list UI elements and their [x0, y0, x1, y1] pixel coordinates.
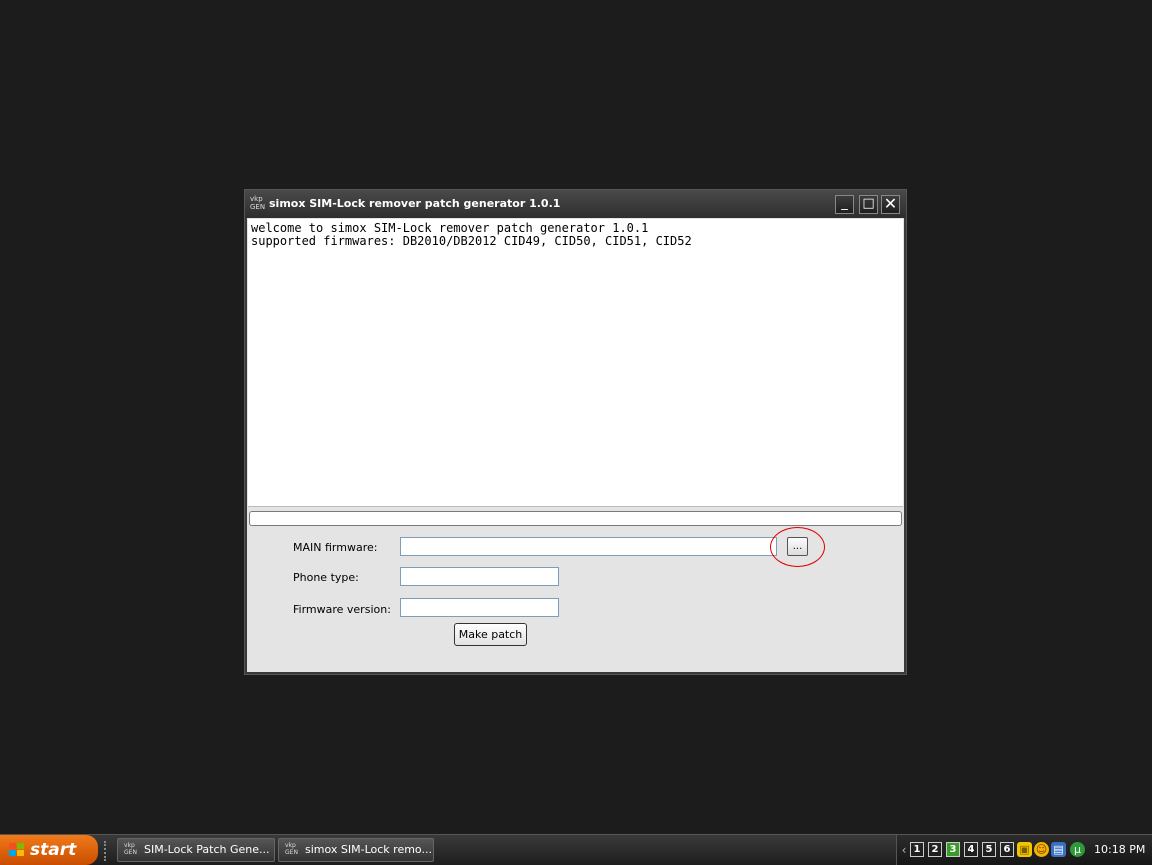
vkp-gen-app-icon: vkp GEN: [250, 195, 266, 211]
annotation-circle: [770, 527, 825, 567]
taskbar-item-label: SIM-Lock Patch Gene...: [144, 843, 270, 856]
desktop-5-button[interactable]: 5: [982, 842, 996, 857]
close-button[interactable]: ✕: [881, 195, 900, 214]
start-label: start: [30, 840, 77, 860]
phone-type-input[interactable]: [400, 567, 559, 586]
title-bar[interactable]: vkp GEN simox SIM-Lock remover patch gen…: [245, 190, 906, 218]
vkp-gen-app-icon: vkp GEN: [285, 842, 298, 856]
firmware-version-label: Firmware version:: [293, 603, 391, 616]
utorrent-icon[interactable]: µ: [1070, 842, 1085, 857]
phone-type-label: Phone type:: [293, 571, 359, 584]
package-icon[interactable]: ▣: [1017, 842, 1032, 857]
app-window: vkp GEN simox SIM-Lock remover patch gen…: [244, 189, 907, 675]
desktop-3-button[interactable]: 3: [946, 842, 960, 857]
window-title: simox SIM-Lock remover patch generator 1…: [269, 197, 561, 210]
network-icon[interactable]: ▤: [1051, 842, 1066, 857]
desktop-4-button[interactable]: 4: [964, 842, 978, 857]
windows-logo-icon: [9, 843, 25, 857]
start-button[interactable]: start: [0, 835, 98, 865]
system-tray: ‹ 1 2 3 4 5 6 ▣ ☺ ▤ µ 10:18 PM: [896, 835, 1152, 865]
taskbar-item-patch-generator[interactable]: vkp GEN SIM-Lock Patch Gene...: [117, 838, 275, 862]
maximize-button[interactable]: □: [859, 195, 878, 214]
taskbar-grip[interactable]: [104, 841, 112, 861]
client-area: welcome to simox SIM-Lock remover patch …: [247, 218, 904, 672]
main-firmware-input[interactable]: [400, 537, 777, 556]
make-patch-button[interactable]: Make patch: [454, 623, 527, 646]
tray-expand-icon[interactable]: ‹: [897, 843, 911, 857]
vkp-gen-app-icon: vkp GEN: [124, 842, 137, 856]
minimize-button[interactable]: _: [835, 195, 854, 214]
progress-bar: [249, 511, 902, 526]
desktop-2-button[interactable]: 2: [928, 842, 942, 857]
taskbar-item-label: simox SIM-Lock remo...: [305, 843, 432, 856]
main-firmware-label: MAIN firmware:: [293, 541, 378, 554]
smiley-icon[interactable]: ☺: [1034, 842, 1049, 857]
log-output[interactable]: welcome to simox SIM-Lock remover patch …: [248, 219, 903, 507]
log-line: supported firmwares: DB2010/DB2012 CID49…: [251, 234, 692, 248]
clock[interactable]: 10:18 PM: [1094, 843, 1145, 856]
desktop-6-button[interactable]: 6: [1000, 842, 1014, 857]
firmware-version-input[interactable]: [400, 598, 559, 617]
taskbar-item-simox-remover[interactable]: vkp GEN simox SIM-Lock remo...: [278, 838, 434, 862]
desktop-1-button[interactable]: 1: [910, 842, 924, 857]
taskbar: start vkp GEN SIM-Lock Patch Gene... vkp…: [0, 834, 1152, 865]
